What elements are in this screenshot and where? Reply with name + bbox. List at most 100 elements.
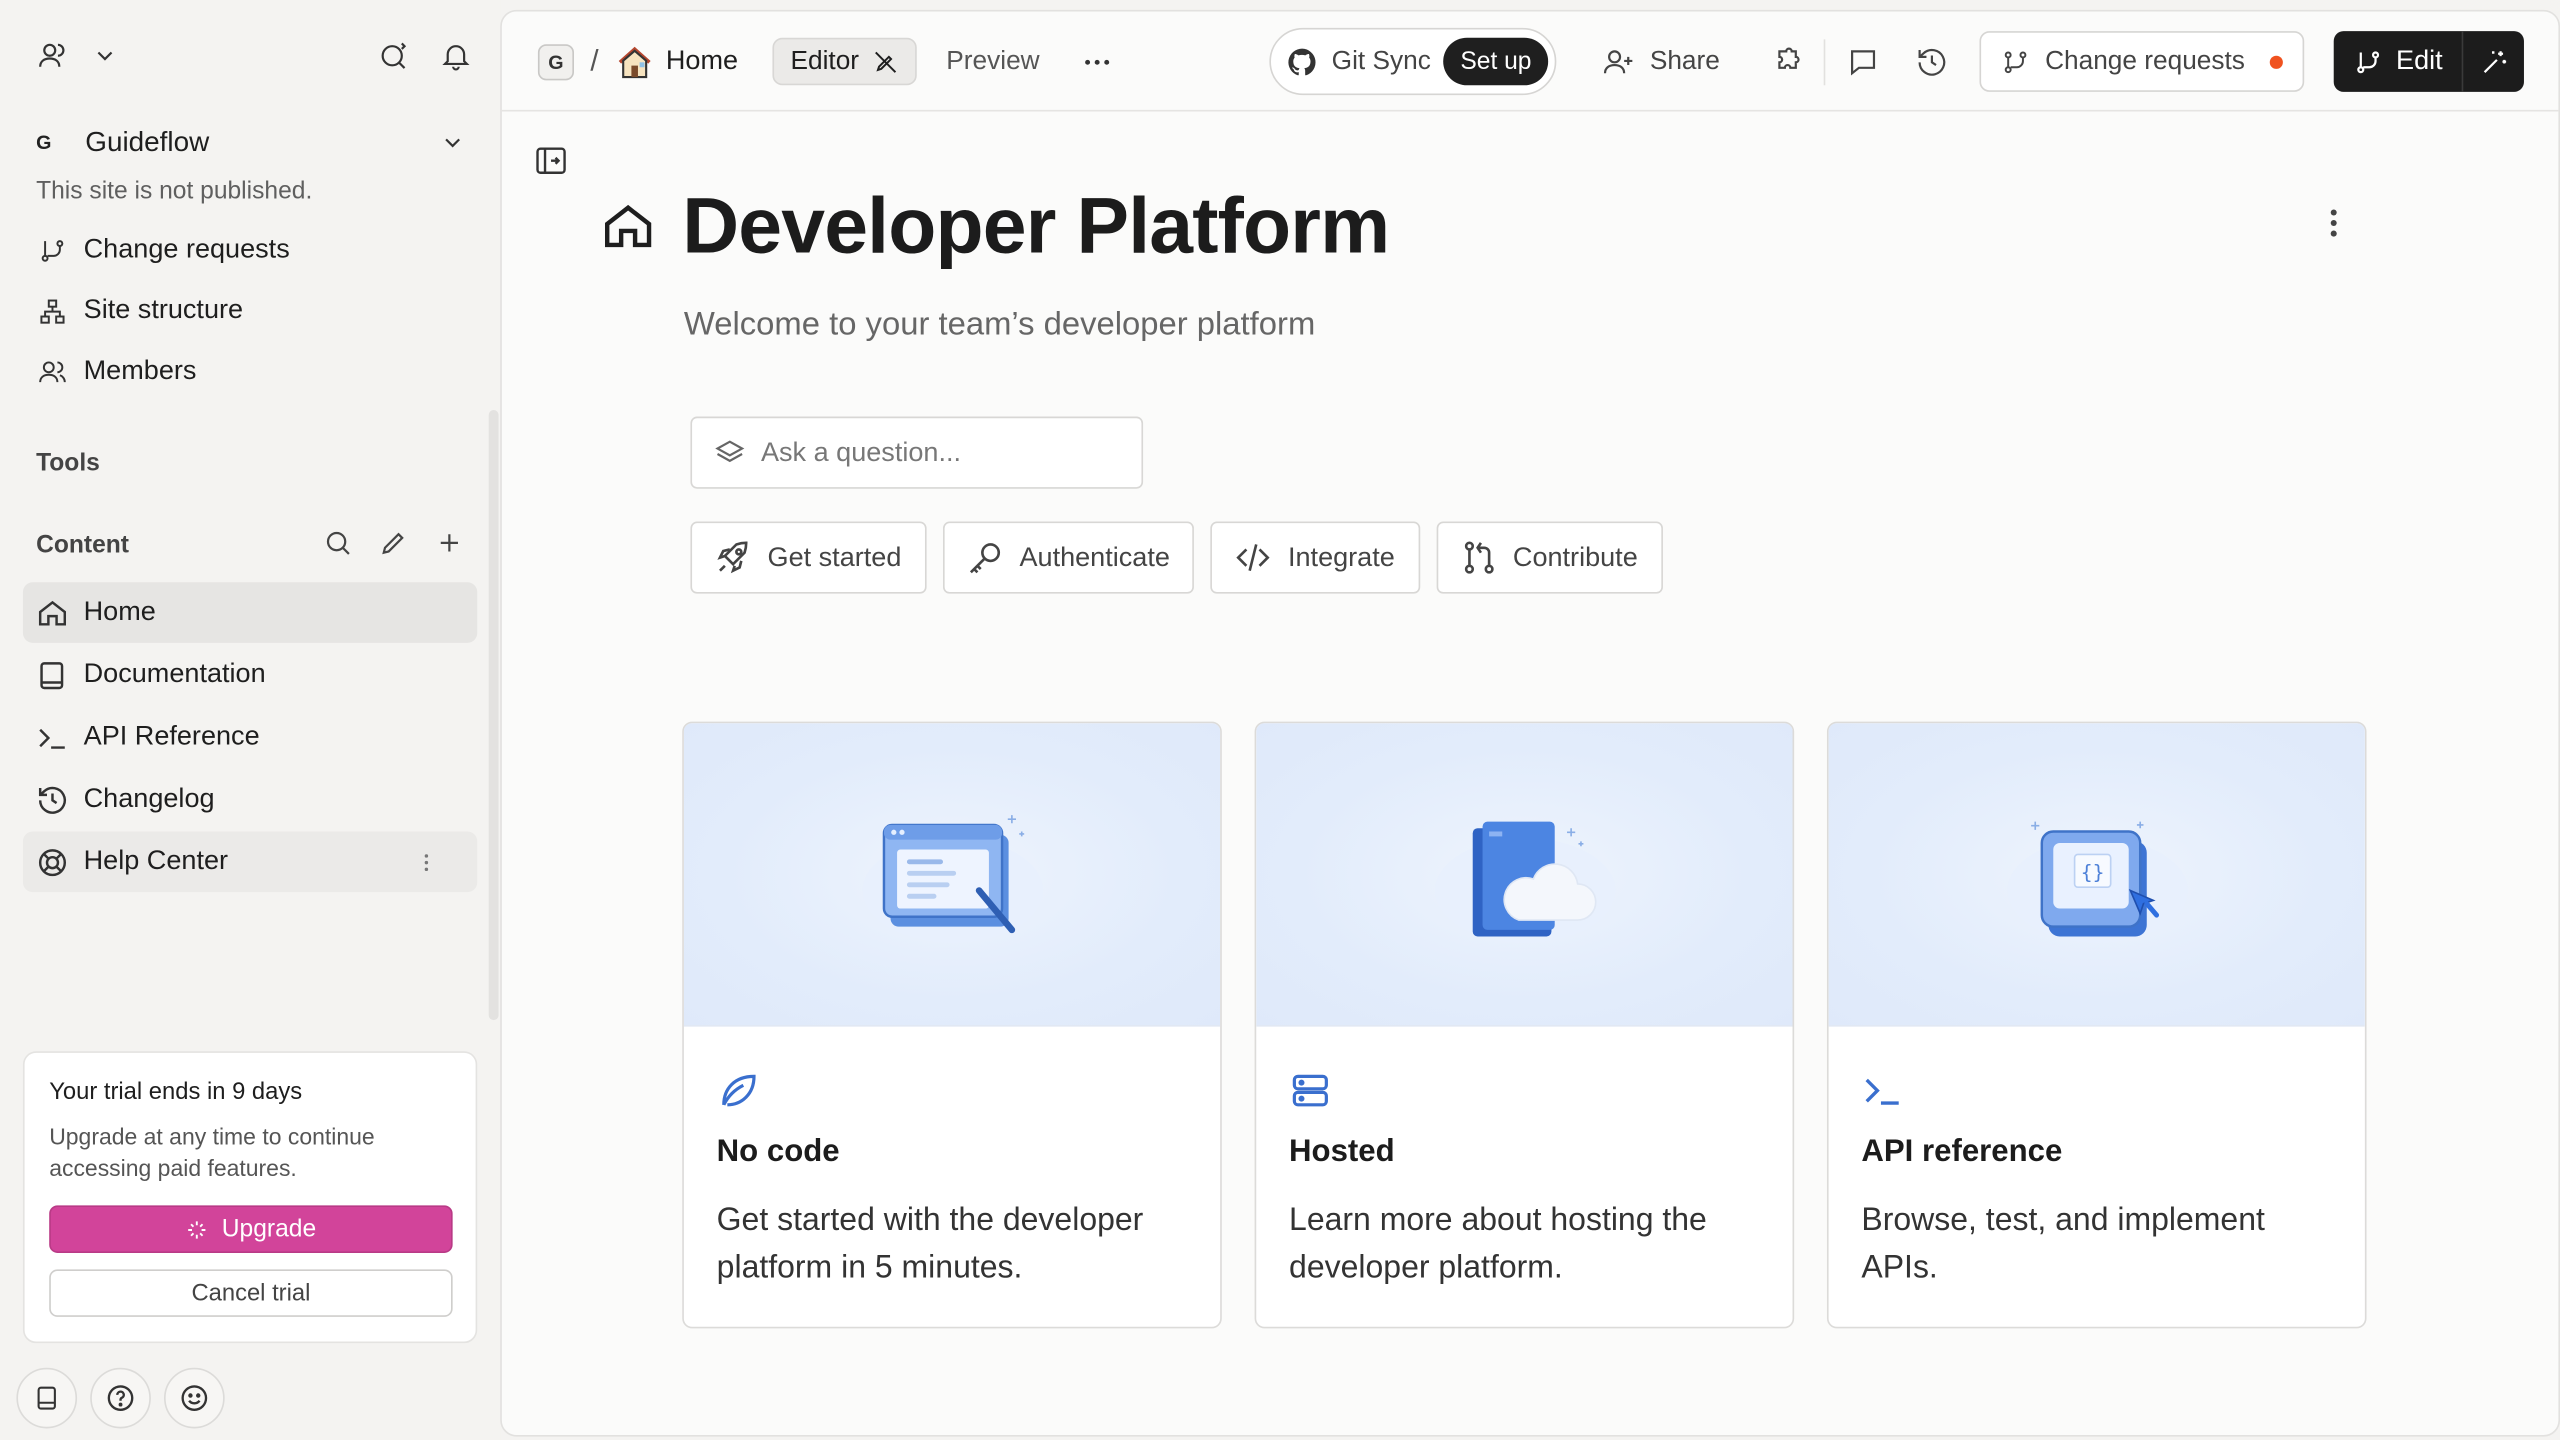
card-api-reference[interactable]: {} API reference Browse, test, and imple…: [1826, 721, 2367, 1329]
tab-preview[interactable]: Preview: [946, 47, 1039, 77]
page-title: Developer Platform: [682, 183, 1390, 271]
docs-button[interactable]: [16, 1367, 78, 1429]
more-vertical-icon[interactable]: [410, 850, 443, 873]
quick-links: Get started Authenticate Integrate Contr…: [690, 521, 1663, 594]
git-sync-control[interactable]: Git Sync Set up: [1269, 27, 1557, 96]
git-sync-label: Git Sync: [1331, 46, 1431, 75]
chevron-down-icon: [92, 43, 118, 69]
content-item-home[interactable]: Home: [22, 582, 478, 643]
space-badge[interactable]: G: [537, 43, 574, 80]
content-item-label: Changelog: [83, 783, 215, 814]
sidebar: G Guideflow This site is not published. …: [0, 0, 501, 1440]
top-bar: G / Home Editor Preview Git Sync Set up …: [501, 11, 2559, 112]
content-item-changelog[interactable]: Changelog: [23, 769, 477, 830]
tab-editor[interactable]: Editor: [772, 37, 917, 86]
more-vertical-icon[interactable]: [2316, 205, 2352, 241]
cancel-trial-button[interactable]: Cancel trial: [49, 1269, 453, 1317]
content-heading: Content: [36, 531, 129, 560]
upgrade-button[interactable]: Upgrade: [49, 1205, 453, 1253]
card-title: Hosted: [1289, 1134, 1395, 1170]
nav-label: Site structure: [83, 295, 244, 325]
user-icon: [36, 39, 69, 72]
content-item-help-center[interactable]: Help Center: [22, 831, 478, 893]
help-button[interactable]: [90, 1367, 151, 1429]
chip-authenticate[interactable]: Authenticate: [942, 521, 1195, 594]
leaf-icon: [717, 1069, 1188, 1115]
chip-label: Authenticate: [1019, 542, 1170, 572]
share-label: Share: [1649, 46, 1720, 75]
nav-label: Members: [83, 355, 197, 386]
edit-button[interactable]: Edit: [2334, 31, 2463, 92]
chip-contribute[interactable]: Contribute: [1435, 521, 1663, 594]
pencil-off-icon: [872, 48, 898, 74]
breadcrumb-page[interactable]: Home: [666, 46, 738, 77]
cloud-book-illustration: [1256, 723, 1793, 1027]
nav-label: Change requests: [83, 234, 290, 265]
content-item-api-reference[interactable]: API Reference: [23, 707, 477, 768]
site-status: This site is not published.: [36, 177, 313, 205]
card-title: API reference: [1861, 1134, 2063, 1170]
bell-icon[interactable]: [440, 39, 473, 72]
nav-members[interactable]: Members: [23, 341, 477, 402]
trial-card: Your trial ends in 9 days Upgrade at any…: [22, 1051, 478, 1344]
git-setup-button[interactable]: Set up: [1443, 37, 1548, 86]
sidebar-footer: [16, 1367, 225, 1429]
sidebar-scrollbar[interactable]: [488, 410, 499, 1021]
pencil-icon[interactable]: [379, 528, 409, 558]
chip-get-started[interactable]: Get started: [690, 521, 926, 594]
help-circle-icon: [105, 1383, 136, 1414]
git-branch-icon: [36, 235, 69, 265]
trial-title: Your trial ends in 9 days: [49, 1079, 303, 1106]
card-no-code[interactable]: No code Get started with the developer p…: [682, 721, 1222, 1329]
history-icon: [36, 783, 69, 816]
code-icon: [1234, 538, 1273, 577]
more-horizontal-icon[interactable]: [1081, 45, 1114, 78]
card-description: Browse, test, and implement APIs.: [1861, 1202, 2265, 1286]
lifebuoy-icon: [36, 845, 69, 878]
book-icon: [36, 658, 69, 691]
content-nav: Home Documentation API Reference Changel…: [22, 582, 478, 893]
feedback-button[interactable]: [164, 1367, 225, 1429]
ask-question-input[interactable]: Ask a question...: [690, 416, 1144, 489]
site-nav: Change requests Site structure Members: [23, 230, 477, 414]
trial-description: Upgrade at any time to continue accessin…: [49, 1123, 375, 1181]
breadcrumb-separator: /: [590, 44, 599, 78]
card-description: Get started with the developer platform …: [716, 1202, 1144, 1286]
account-menu[interactable]: [36, 39, 118, 72]
puzzle-icon[interactable]: [1771, 45, 1804, 78]
search-icon[interactable]: [323, 528, 353, 558]
nav-site-structure[interactable]: Site structure: [23, 280, 477, 341]
history-icon[interactable]: [1916, 45, 1949, 78]
card-hosted[interactable]: Hosted Learn more about hosting the deve…: [1254, 721, 1795, 1329]
svg-text:{}: {}: [2080, 861, 2104, 884]
card-description: Learn more about hosting the developer p…: [1289, 1202, 1707, 1286]
breadcrumb: G / Home: [537, 11, 738, 111]
change-requests-label: Change requests: [2045, 46, 2245, 75]
content-item-label: API Reference: [83, 721, 260, 752]
rocket-icon: [713, 538, 752, 577]
content-item-documentation[interactable]: Documentation: [23, 645, 477, 706]
ai-edit-button[interactable]: [2462, 31, 2524, 92]
nav-change-requests[interactable]: Change requests: [23, 230, 477, 281]
site-name: Guideflow: [85, 126, 210, 158]
document-icon: [33, 1384, 61, 1412]
server-icon: [1289, 1069, 1760, 1115]
share-button[interactable]: Share: [1602, 11, 1720, 111]
plus-icon[interactable]: [435, 528, 465, 558]
chip-integrate[interactable]: Integrate: [1210, 521, 1420, 594]
home-icon[interactable]: [600, 198, 656, 254]
git-branch-icon: [2353, 47, 2383, 77]
layers-sparkle-icon: [713, 436, 746, 469]
comment-icon[interactable]: [1847, 45, 1880, 78]
content-item-label: Help Center: [83, 846, 229, 876]
search-refresh-icon[interactable]: [377, 39, 410, 72]
api-illustration: {}: [1828, 723, 2365, 1027]
sidebar-toggle-icon[interactable]: [533, 143, 569, 179]
change-requests-button[interactable]: Change requests: [1979, 31, 2304, 92]
card-title: No code: [716, 1134, 840, 1170]
tools-heading: Tools: [36, 449, 100, 478]
chevron-down-icon: [440, 130, 466, 156]
terminal-icon: [1861, 1069, 2332, 1115]
site-switcher[interactable]: G Guideflow This site is not published.: [36, 121, 466, 205]
main-panel: G / Home Editor Preview Git Sync Set up …: [500, 9, 2560, 1437]
